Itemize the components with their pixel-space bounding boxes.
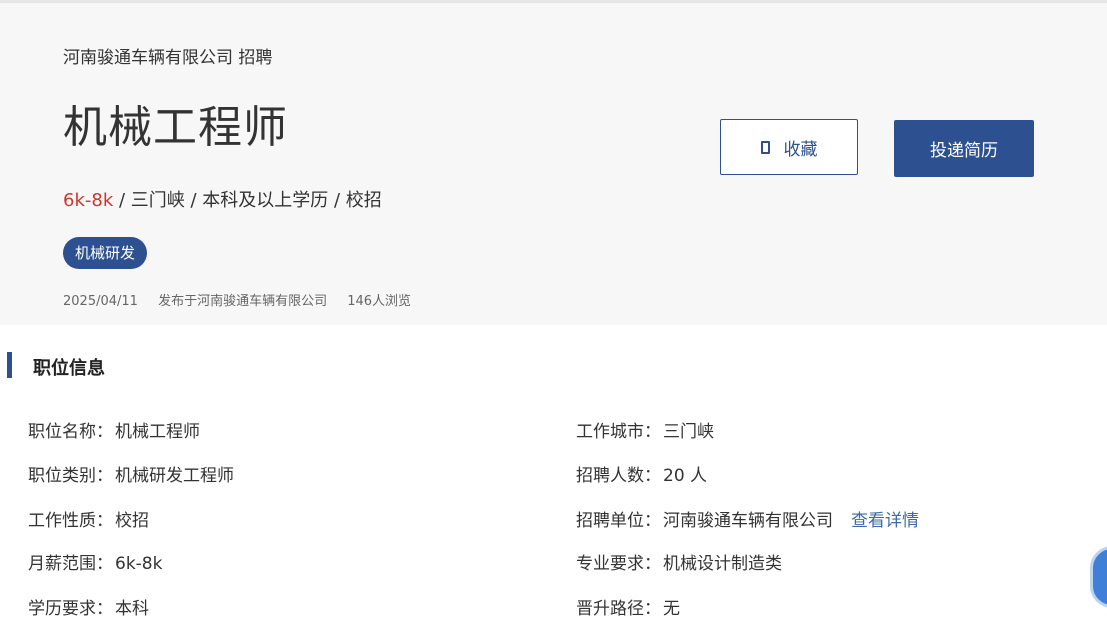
apply-resume-button[interactable]: 投递简历 [894,120,1034,177]
view-details-link[interactable]: 查看详情 [851,511,919,531]
info-value: 机械研发工程师 [115,466,234,486]
info-row-education: 学历要求： 本科 [28,594,149,619]
info-label: 招聘单位： [576,511,661,531]
job-title: 机械工程师 [63,102,288,153]
post-meta: 2025/04/11 发布于河南骏通车辆有限公司 146人浏览 [63,290,427,309]
info-value: 三门峡 [663,422,714,442]
info-value: 河南骏通车辆有限公司 [663,511,833,531]
post-date: 2025/04/11 [63,294,138,309]
info-value: 本科 [115,599,149,619]
category-tag[interactable]: 机械研发 [63,237,148,269]
job-summary: 6k-8k / 三门峡 / 本科及以上学历 / 校招 [63,186,382,212]
info-row-position-name: 职位名称： 机械工程师 [28,417,200,442]
favorite-button[interactable]: 收藏 [720,119,858,175]
company-recruit-line: 河南骏通车辆有限公司 招聘 [63,48,273,68]
info-value: 无 [663,599,680,619]
info-label: 职位类别： [28,466,113,486]
info-label: 晋升路径： [576,599,661,619]
info-row-major-requirement: 专业要求： 机械设计制造类 [576,549,782,574]
info-row-promotion-path: 晋升路径：无 [576,594,680,619]
info-label: 专业要求： [576,554,661,574]
info-label: 月薪范围： [28,554,113,574]
info-value: 机械工程师 [115,422,200,442]
job-header: 河南骏通车辆有限公司 招聘 机械工程师 6k-8k / 三门峡 / 本科及以上学… [0,3,1107,325]
info-row-employer: 招聘单位： 河南骏通车辆有限公司 查看详情 [576,506,919,531]
info-label: 工作城市： [576,422,661,442]
info-value: 机械设计制造类 [663,554,782,574]
info-label: 招聘人数： [576,466,661,486]
info-value: 20 人 [663,466,708,486]
info-label: 学历要求： [28,599,113,619]
info-value: 校招 [115,511,149,531]
info-row-work-city: 工作城市： 三门峡 [576,417,714,442]
info-label: 工作性质： [28,511,113,531]
info-label: 职位名称： [28,422,113,442]
info-row-headcount: 招聘人数： 20 人 [576,461,707,486]
section-title: 职位信息 [33,358,105,379]
info-value: 6k-8k [115,554,163,574]
summary-details: / 三门峡 / 本科及以上学历 / 校招 [113,190,382,211]
floating-service-button[interactable] [1090,546,1107,608]
bookmark-icon [760,140,770,154]
favorite-label: 收藏 [783,139,818,160]
salary-text: 6k-8k [63,190,114,211]
info-row-position-category: 职位类别： 机械研发工程师 [28,461,234,486]
view-count: 146人浏览 [347,294,412,309]
section-accent-bar [7,352,12,378]
info-row-work-type: 工作性质： 校招 [28,506,149,531]
post-publisher: 发布于河南骏通车辆有限公司 [158,294,328,309]
info-row-salary-range: 月薪范围： 6k-8k [28,549,162,574]
